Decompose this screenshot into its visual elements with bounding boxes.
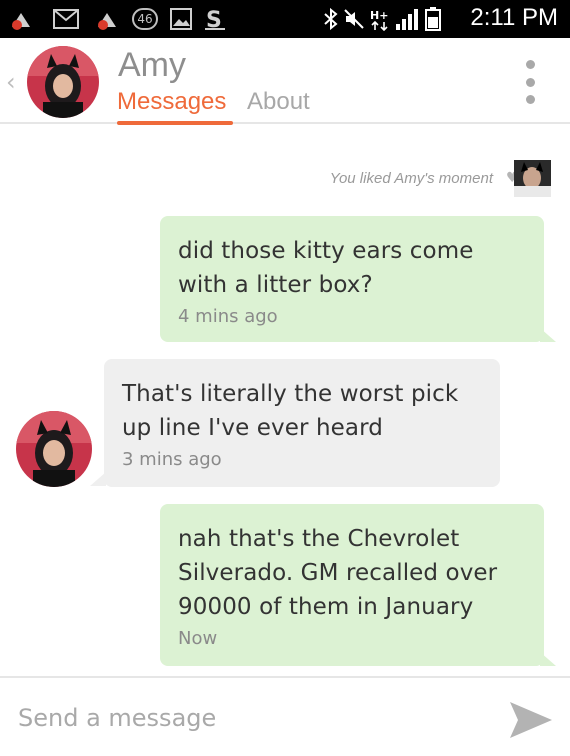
message-time: Now	[178, 628, 218, 649]
message-time: 3 mins ago	[122, 449, 222, 470]
notification-icon	[94, 6, 120, 32]
bluetooth-icon	[320, 6, 342, 32]
message-text: nah that's the Chevrolet Silverado. GM r…	[178, 526, 498, 620]
signal-icon	[394, 6, 420, 32]
status-time: 2:11 PM	[470, 4, 558, 31]
s-app-icon: S	[202, 6, 228, 32]
bubble-tail	[540, 328, 556, 342]
battery-icon	[424, 6, 442, 32]
avatar[interactable]	[27, 46, 99, 118]
svg-text:S: S	[206, 8, 222, 31]
tab-about[interactable]: About	[247, 88, 310, 116]
message-composer	[0, 676, 570, 756]
message-input[interactable]	[18, 698, 478, 738]
data-hplus-icon: H+	[368, 6, 392, 32]
outgoing-message[interactable]: did those kitty ears come with a litter …	[160, 216, 544, 342]
message-time: 4 mins ago	[178, 306, 278, 327]
tab-messages[interactable]: Messages	[117, 88, 226, 116]
chat-header: ‹ Amy Messages About	[0, 38, 570, 125]
svg-text:H+: H+	[370, 9, 388, 22]
liked-moment-text: You liked Amy's moment	[329, 170, 493, 187]
avatar[interactable]	[16, 411, 92, 487]
moment-thumbnail[interactable]	[514, 160, 551, 197]
message-text: did those kitty ears come with a litter …	[178, 238, 474, 298]
bubble-tail	[540, 652, 556, 666]
notification-icon	[8, 6, 34, 32]
message-list: You liked Amy's moment ♥ did those kitty…	[0, 126, 570, 676]
count-badge: 46	[132, 8, 158, 30]
active-tab-indicator	[117, 121, 233, 125]
image-icon	[168, 6, 194, 32]
contact-name: Amy	[118, 46, 186, 84]
mail-icon	[52, 6, 80, 32]
message-text: That's literally the worst pick up line …	[122, 381, 459, 441]
mute-icon	[342, 6, 366, 32]
outgoing-message[interactable]: nah that's the Chevrolet Silverado. GM r…	[160, 504, 544, 666]
status-bar: 46 S H+ 2:11 PM	[0, 0, 570, 38]
send-icon	[510, 702, 552, 738]
incoming-message[interactable]: That's literally the worst pick up line …	[104, 359, 500, 487]
back-chevron-icon[interactable]: ‹	[6, 68, 16, 96]
send-button[interactable]	[506, 698, 556, 742]
bubble-tail	[90, 472, 106, 486]
overflow-menu-icon[interactable]	[522, 60, 538, 104]
